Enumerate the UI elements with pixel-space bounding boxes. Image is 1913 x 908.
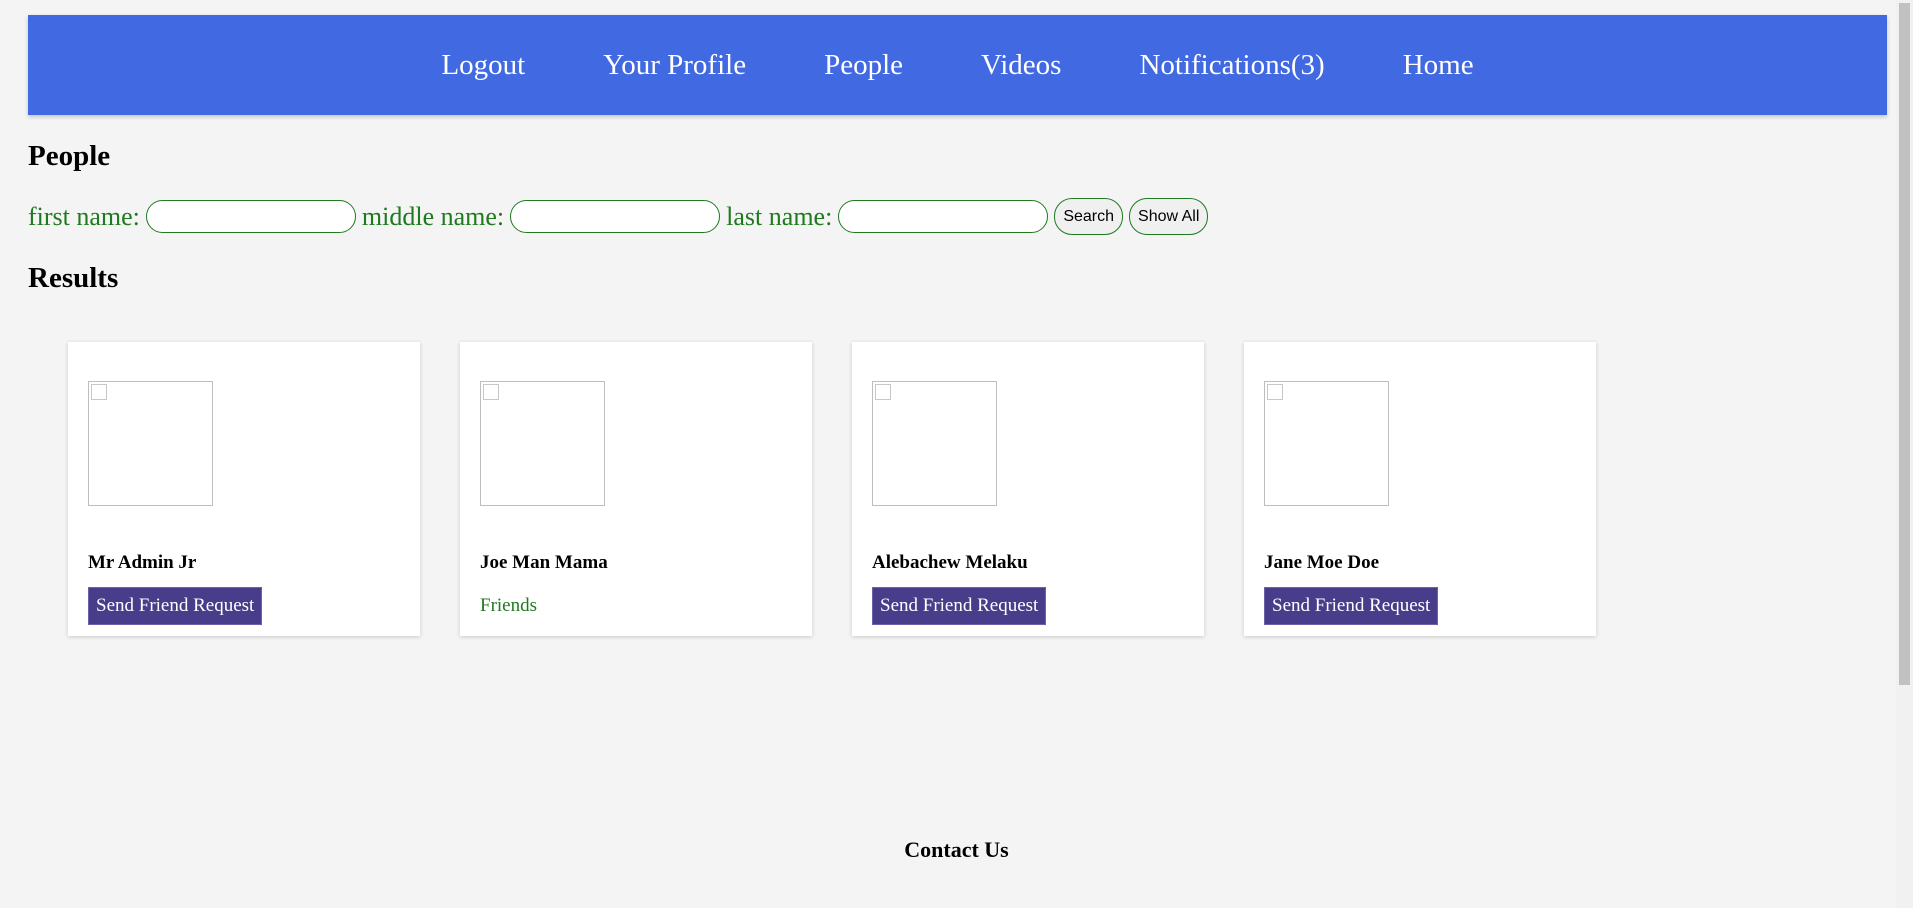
nav-home-link[interactable]: Home [1403,49,1474,82]
middle-name-input[interactable] [510,200,721,233]
page-content: Logout Your Profile People Videos Notifi… [28,15,1887,636]
send-friend-request-button[interactable]: Send Friend Request [88,587,263,625]
scrollbar-thumb[interactable] [1899,3,1910,685]
nav-videos-link[interactable]: Videos [981,49,1061,82]
send-friend-request-button[interactable]: Send Friend Request [1264,587,1439,625]
person-card: Mr Admin Jr Send Friend Request [68,342,420,636]
send-friend-request-button[interactable]: Send Friend Request [872,587,1047,625]
contact-us-heading: Contact Us [904,837,1009,862]
people-heading: People [28,140,111,172]
last-name-label: last name: [726,201,833,231]
results-heading: Results [28,262,119,294]
person-name: Jane Moe Doe [1264,552,1380,573]
person-card: Jane Moe Doe Send Friend Request [1244,342,1596,636]
vertical-scrollbar[interactable] [1896,0,1913,908]
nav-logout-link[interactable]: Logout [441,49,525,82]
broken-image-icon [91,384,107,400]
avatar [480,381,605,506]
broken-image-icon [483,384,499,400]
broken-image-icon [875,384,891,400]
last-name-input[interactable] [838,200,1049,233]
search-button[interactable]: Search [1054,198,1124,235]
person-card: Joe Man Mama Friends [460,342,812,636]
person-name: Alebachew Melaku [872,552,1028,573]
top-navbar: Logout Your Profile People Videos Notifi… [28,15,1887,115]
avatar [1264,381,1389,506]
first-name-label: first name: [28,201,140,231]
person-card: Alebachew Melaku Send Friend Request [852,342,1204,636]
nav-your-profile-link[interactable]: Your Profile [603,49,746,82]
first-name-input[interactable] [145,200,356,233]
avatar [872,381,997,506]
nav-people-link[interactable]: People [824,49,903,82]
person-name: Joe Man Mama [480,552,608,573]
broken-image-icon [1267,384,1283,400]
person-name: Mr Admin Jr [88,552,197,573]
middle-name-label: middle name: [361,201,505,231]
nav-notifications-link[interactable]: Notifications(3) [1139,49,1324,82]
show-all-button[interactable]: Show All [1129,198,1209,235]
friends-status-label: Friends [480,595,537,616]
avatar [88,381,213,506]
people-search-form: first name: middle name: last name: Sear… [28,198,1214,235]
results-card-list: Mr Admin Jr Send Friend Request Joe Man … [68,342,1636,636]
